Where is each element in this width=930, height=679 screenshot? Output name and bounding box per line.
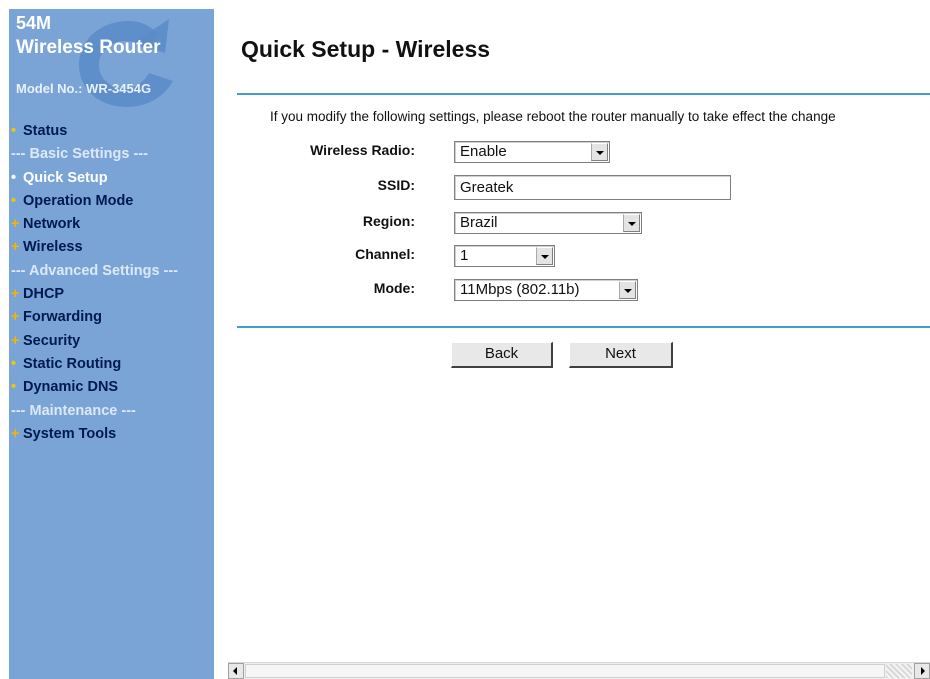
- brand-speed: 54M: [16, 13, 52, 33]
- expand-plus-icon: +: [11, 239, 20, 256]
- sidebar: 54M Wireless Router Model No.: WR-3454G …: [9, 9, 214, 679]
- next-button[interactable]: Next: [569, 342, 673, 368]
- expand-plus-icon: +: [11, 309, 20, 326]
- sidebar-item-dhcp[interactable]: + DHCP: [9, 283, 214, 306]
- sidebar-item-operation-mode[interactable]: • Operation Mode: [9, 190, 214, 213]
- reboot-notice: If you modify the following settings, pl…: [270, 109, 836, 124]
- chevron-down-icon[interactable]: [619, 281, 636, 299]
- sidebar-item-label: --- Maintenance ---: [11, 402, 136, 419]
- ssid-value: Greatek: [460, 179, 514, 196]
- scroll-left-icon[interactable]: [228, 663, 244, 679]
- mode-label: Mode:: [373, 280, 415, 296]
- wireless-radio-select[interactable]: Enable: [454, 141, 610, 163]
- sidebar-item-label: Operation Mode: [23, 192, 134, 209]
- sidebar-item-forwarding[interactable]: + Forwarding: [9, 306, 214, 329]
- divider-bottom: [237, 326, 930, 328]
- sidebar-nav: • Status --- Basic Settings --- • Quick Setu…: [9, 120, 214, 446]
- sidebar-item-quick-setup[interactable]: • Quick Setup: [9, 167, 214, 190]
- sidebar-item-label: Static Routing: [23, 355, 122, 372]
- scrollbar-track[interactable]: [886, 664, 912, 678]
- scrollbar-thumb[interactable]: [245, 664, 885, 678]
- brand-model-number: Model No.: WR-3454G: [16, 81, 152, 96]
- chevron-down-icon[interactable]: [623, 214, 640, 232]
- mode-select[interactable]: 11Mbps (802.11b): [454, 279, 638, 301]
- channel-label: Channel:: [355, 246, 415, 262]
- mode-value: 11Mbps (802.11b): [460, 281, 580, 298]
- sidebar-item-label: Dynamic DNS: [23, 379, 119, 396]
- sidebar-item-system-tools[interactable]: + System Tools: [9, 423, 214, 446]
- logo-icon: [79, 19, 173, 107]
- expand-plus-icon: +: [11, 332, 20, 349]
- horizontal-scrollbar[interactable]: [228, 662, 930, 679]
- expand-plus-icon: +: [11, 216, 20, 233]
- brand-product-name: Wireless Router: [16, 37, 161, 58]
- sidebar-item-label: Wireless: [23, 239, 83, 256]
- region-label: Region:: [362, 213, 415, 229]
- wireless-radio-label: Wireless Radio:: [310, 142, 415, 158]
- page-title: Quick Setup - Wireless: [241, 36, 491, 62]
- nav-section-maintenance: --- Maintenance ---: [9, 400, 214, 423]
- region-value: Brazil: [460, 214, 498, 231]
- channel-value: 1: [460, 247, 469, 264]
- main-content: Quick Setup - Wireless If you modify the…: [215, 0, 930, 679]
- chevron-down-icon[interactable]: [536, 247, 553, 265]
- sidebar-item-status[interactable]: • Status: [9, 120, 214, 143]
- sidebar-item-label: Status: [23, 123, 68, 139]
- ssid-input[interactable]: Greatek: [454, 175, 731, 200]
- divider-top: [237, 93, 930, 95]
- sidebar-item-label: Security: [23, 332, 81, 349]
- back-button[interactable]: Back: [451, 342, 553, 368]
- expand-plus-icon: +: [11, 286, 20, 303]
- region-select[interactable]: Brazil: [454, 212, 642, 234]
- sidebar-item-network[interactable]: + Network: [9, 213, 214, 236]
- bullet-icon: •: [11, 169, 17, 186]
- sidebar-item-label: Quick Setup: [23, 169, 108, 186]
- bullet-icon: •: [11, 192, 17, 209]
- sidebar-item-wireless[interactable]: + Wireless: [9, 236, 214, 259]
- sidebar-item-static-routing[interactable]: • Static Routing: [9, 353, 214, 376]
- nav-section-advanced-settings: --- Advanced Settings ---: [9, 260, 214, 283]
- sidebar-item-label: --- Basic Settings ---: [11, 146, 148, 163]
- sidebar-item-security[interactable]: + Security: [9, 330, 214, 353]
- sidebar-item-label: System Tools: [23, 425, 117, 442]
- sidebar-item-label: Network: [23, 216, 81, 233]
- sidebar-item-label: DHCP: [23, 286, 65, 303]
- wireless-radio-value: Enable: [460, 143, 507, 160]
- sidebar-item-label: Forwarding: [23, 309, 102, 326]
- sidebar-item-dynamic-dns[interactable]: • Dynamic DNS: [9, 376, 214, 399]
- nav-section-basic-settings: --- Basic Settings ---: [9, 143, 214, 166]
- chevron-down-icon[interactable]: [591, 143, 608, 161]
- ssid-label: SSID:: [377, 177, 415, 193]
- scroll-right-icon[interactable]: [914, 663, 930, 679]
- bullet-icon: •: [11, 355, 17, 372]
- channel-select[interactable]: 1: [454, 245, 555, 267]
- bullet-icon: •: [11, 379, 17, 396]
- expand-plus-icon: +: [11, 425, 20, 442]
- bullet-icon: •: [11, 123, 17, 139]
- sidebar-item-label: --- Advanced Settings ---: [11, 262, 179, 279]
